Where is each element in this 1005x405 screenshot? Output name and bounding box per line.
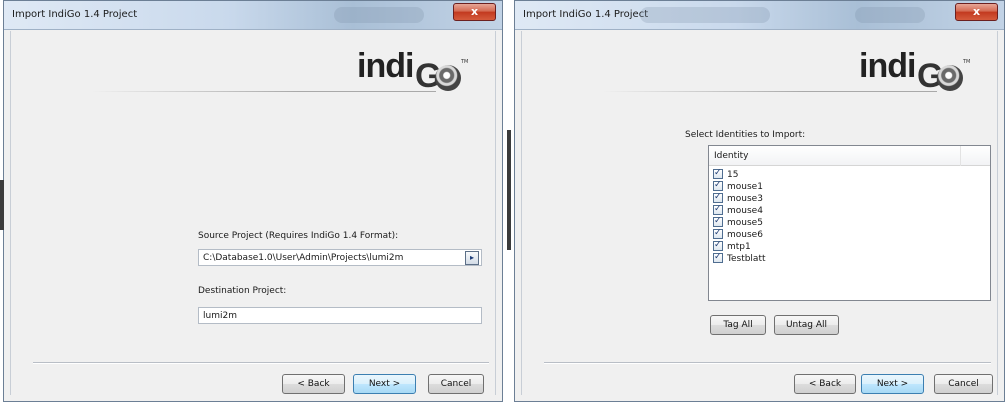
logo-trademark: TM [461, 59, 469, 65]
identity-label: mouse4 [727, 206, 763, 216]
tag-all-button[interactable]: Tag All [710, 315, 766, 335]
identity-label: 15 [727, 170, 739, 180]
identity-list[interactable]: Identity 15 mouse1 mouse3 mouse4 mouse5 mouse… [708, 145, 991, 301]
identity-label: mouse5 [727, 218, 763, 228]
import-dialog-source: Import IndiGo 1.4 Project x indi G TM So… [3, 0, 503, 402]
indigo-logo: indi G TM [357, 47, 469, 95]
identity-label: mouse3 [727, 194, 763, 204]
back-button[interactable]: < Back [794, 374, 856, 394]
select-identities-label: Select Identities to Import: [685, 130, 806, 140]
logo-divider [602, 91, 937, 92]
dialog-client-area: indi G TM Source Project (Requires IndiG… [10, 31, 496, 395]
window-title: Import IndiGo 1.4 Project [12, 9, 138, 20]
checkbox-checked-icon[interactable] [713, 227, 723, 239]
checkbox-checked-icon[interactable] [713, 191, 723, 203]
checkbox-checked-icon[interactable] [713, 251, 723, 263]
logo-eye-icon [937, 65, 963, 91]
next-button[interactable]: Next > [353, 374, 416, 394]
list-header: Identity [709, 146, 990, 166]
title-bar-glass [640, 7, 770, 23]
identity-label: mouse1 [727, 182, 763, 192]
identity-label: Testblatt [727, 254, 766, 264]
identity-row[interactable]: Testblatt [713, 251, 766, 265]
back-button[interactable]: < Back [282, 374, 345, 394]
destination-project-label: Destination Project: [198, 286, 287, 296]
column-header-identity[interactable]: Identity [709, 146, 961, 166]
logo-text: indi [859, 47, 916, 85]
logo-text: indi [357, 47, 414, 85]
close-icon: x [470, 5, 479, 18]
browse-button[interactable]: ▸ [465, 251, 479, 265]
browse-icon: ▸ [469, 253, 474, 262]
cancel-button[interactable]: Cancel [428, 374, 484, 394]
logo-divider [91, 91, 436, 92]
footer-separator [33, 362, 489, 363]
window-edge-shadow [507, 130, 511, 250]
window-edge-shadow [0, 180, 4, 230]
indigo-logo: indi G TM [859, 47, 971, 95]
title-bar[interactable]: Import IndiGo 1.4 Project x [515, 1, 1004, 30]
next-button[interactable]: Next > [861, 374, 924, 394]
import-dialog-identities: Import IndiGo 1.4 Project x indi G TM Se… [514, 0, 1005, 402]
cancel-button[interactable]: Cancel [934, 374, 993, 394]
checkbox-checked-icon[interactable] [713, 203, 723, 215]
title-bar-glass [334, 7, 424, 23]
identity-label: mouse6 [727, 230, 763, 240]
close-button[interactable]: x [453, 3, 496, 21]
title-bar[interactable]: Import IndiGo 1.4 Project x [4, 1, 502, 30]
logo-trademark: TM [963, 59, 971, 65]
checkbox-checked-icon[interactable] [713, 215, 723, 227]
untag-all-button[interactable]: Untag All [774, 315, 839, 335]
window-title: Import IndiGo 1.4 Project [523, 9, 649, 20]
footer-separator [544, 362, 991, 363]
destination-project-input[interactable]: lumi2m [198, 307, 482, 324]
checkbox-checked-icon[interactable] [713, 167, 723, 179]
source-project-input[interactable]: C:\Database1.0\User\Admin\Projects\lumi2… [198, 249, 482, 266]
checkbox-checked-icon[interactable] [713, 179, 723, 191]
close-icon: x [972, 5, 981, 18]
close-button[interactable]: x [955, 3, 998, 21]
source-project-label: Source Project (Requires IndiGo 1.4 Form… [198, 231, 399, 241]
dialog-client-area: indi G TM Select Identities to Import: I… [521, 31, 998, 395]
checkbox-checked-icon[interactable] [713, 239, 723, 251]
title-bar-glass [855, 7, 925, 23]
logo-eye-icon [435, 65, 461, 91]
identity-label: mtp1 [727, 242, 751, 252]
